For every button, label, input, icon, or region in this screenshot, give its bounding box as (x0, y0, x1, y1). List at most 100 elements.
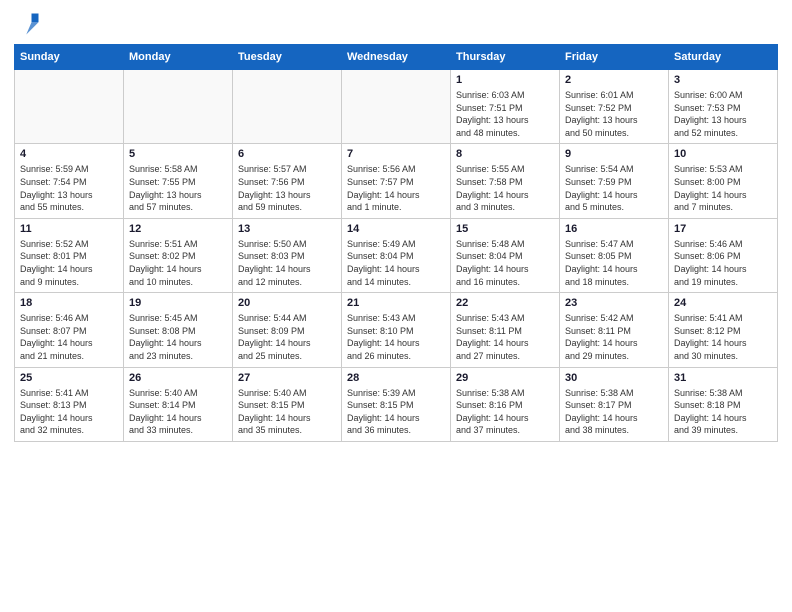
day-info: Sunrise: 5:41 AM Sunset: 8:12 PM Dayligh… (674, 312, 772, 362)
calendar-cell: 25 Sunrise: 5:41 AM Sunset: 8:13 PM Dayli… (15, 367, 124, 441)
calendar-header-wednesday: Wednesday (342, 45, 451, 70)
day-info: Sunrise: 5:53 AM Sunset: 8:00 PM Dayligh… (674, 163, 772, 213)
calendar-cell: 21 Sunrise: 5:43 AM Sunset: 8:10 PM Dayli… (342, 293, 451, 367)
day-info: Sunrise: 5:40 AM Sunset: 8:14 PM Dayligh… (129, 387, 227, 437)
day-info: Sunrise: 5:57 AM Sunset: 7:56 PM Dayligh… (238, 163, 336, 213)
calendar-cell: 22 Sunrise: 5:43 AM Sunset: 8:11 PM Dayli… (451, 293, 560, 367)
page-header (14, 10, 778, 38)
calendar-cell: 19 Sunrise: 5:45 AM Sunset: 8:08 PM Dayli… (124, 293, 233, 367)
day-number: 29 (456, 372, 554, 384)
calendar-cell: 29 Sunrise: 5:38 AM Sunset: 8:16 PM Dayli… (451, 367, 560, 441)
day-info: Sunrise: 5:56 AM Sunset: 7:57 PM Dayligh… (347, 163, 445, 213)
day-number: 12 (129, 223, 227, 235)
calendar-cell: 8Sunrise: 5:55 AM Sunset: 7:58 PM Daylig… (451, 144, 560, 218)
day-number: 5 (129, 148, 227, 160)
calendar-cell: 16 Sunrise: 5:47 AM Sunset: 8:05 PM Dayli… (560, 218, 669, 292)
calendar-cell (124, 70, 233, 144)
day-info: Sunrise: 5:41 AM Sunset: 8:13 PM Dayligh… (20, 387, 118, 437)
day-info: Sunrise: 5:38 AM Sunset: 8:16 PM Dayligh… (456, 387, 554, 437)
calendar-cell: 13 Sunrise: 5:50 AM Sunset: 8:03 PM Dayli… (233, 218, 342, 292)
calendar-header-row: SundayMondayTuesdayWednesdayThursdayFrid… (15, 45, 778, 70)
calendar-cell: 7 Sunrise: 5:56 AM Sunset: 7:57 PM Daylig… (342, 144, 451, 218)
day-number: 9 (565, 148, 663, 160)
day-number: 21 (347, 297, 445, 309)
day-info: Sunrise: 5:38 AM Sunset: 8:17 PM Dayligh… (565, 387, 663, 437)
calendar-cell: 9 Sunrise: 5:54 AM Sunset: 7:59 PM Daylig… (560, 144, 669, 218)
calendar-cell (342, 70, 451, 144)
day-number: 22 (456, 297, 554, 309)
day-number: 11 (20, 223, 118, 235)
day-info: Sunrise: 5:42 AM Sunset: 8:11 PM Dayligh… (565, 312, 663, 362)
day-number: 8 (456, 148, 554, 160)
day-info: Sunrise: 5:59 AM Sunset: 7:54 PM Dayligh… (20, 163, 118, 213)
calendar-cell: 17Sunrise: 5:46 AM Sunset: 8:06 PM Dayli… (669, 218, 778, 292)
day-number: 1 (456, 74, 554, 86)
day-number: 15 (456, 223, 554, 235)
day-number: 27 (238, 372, 336, 384)
calendar-header-friday: Friday (560, 45, 669, 70)
calendar-cell: 12 Sunrise: 5:51 AM Sunset: 8:02 PM Dayli… (124, 218, 233, 292)
calendar-header-thursday: Thursday (451, 45, 560, 70)
calendar-cell: 26 Sunrise: 5:40 AM Sunset: 8:14 PM Dayli… (124, 367, 233, 441)
day-info: Sunrise: 5:51 AM Sunset: 8:02 PM Dayligh… (129, 238, 227, 288)
calendar-cell: 14Sunrise: 5:49 AM Sunset: 8:04 PM Dayli… (342, 218, 451, 292)
day-number: 6 (238, 148, 336, 160)
logo-icon (14, 10, 42, 38)
day-number: 31 (674, 372, 772, 384)
day-number: 13 (238, 223, 336, 235)
day-number: 26 (129, 372, 227, 384)
calendar-cell: 23 Sunrise: 5:42 AM Sunset: 8:11 PM Dayli… (560, 293, 669, 367)
calendar-header-saturday: Saturday (669, 45, 778, 70)
logo (14, 10, 46, 38)
calendar-cell: 27Sunrise: 5:40 AM Sunset: 8:15 PM Dayli… (233, 367, 342, 441)
day-number: 19 (129, 297, 227, 309)
calendar-cell: 4 Sunrise: 5:59 AM Sunset: 7:54 PM Daylig… (15, 144, 124, 218)
day-info: Sunrise: 5:44 AM Sunset: 8:09 PM Dayligh… (238, 312, 336, 362)
day-info: Sunrise: 5:50 AM Sunset: 8:03 PM Dayligh… (238, 238, 336, 288)
calendar-week-3: 11 Sunrise: 5:52 AM Sunset: 8:01 PM Dayli… (15, 218, 778, 292)
day-number: 20 (238, 297, 336, 309)
calendar-header-tuesday: Tuesday (233, 45, 342, 70)
calendar-cell: 10Sunrise: 5:53 AM Sunset: 8:00 PM Dayli… (669, 144, 778, 218)
day-info: Sunrise: 5:45 AM Sunset: 8:08 PM Dayligh… (129, 312, 227, 362)
calendar-week-4: 18Sunrise: 5:46 AM Sunset: 8:07 PM Dayli… (15, 293, 778, 367)
day-number: 16 (565, 223, 663, 235)
day-info: Sunrise: 5:54 AM Sunset: 7:59 PM Dayligh… (565, 163, 663, 213)
day-number: 30 (565, 372, 663, 384)
day-info: Sunrise: 6:01 AM Sunset: 7:52 PM Dayligh… (565, 89, 663, 139)
calendar-cell: 3Sunrise: 6:00 AM Sunset: 7:53 PM Daylig… (669, 70, 778, 144)
calendar-header-sunday: Sunday (15, 45, 124, 70)
calendar-cell: 6 Sunrise: 5:57 AM Sunset: 7:56 PM Daylig… (233, 144, 342, 218)
calendar-table: SundayMondayTuesdayWednesdayThursdayFrid… (14, 44, 778, 442)
day-number: 28 (347, 372, 445, 384)
calendar-cell: 11 Sunrise: 5:52 AM Sunset: 8:01 PM Dayli… (15, 218, 124, 292)
day-info: Sunrise: 5:52 AM Sunset: 8:01 PM Dayligh… (20, 238, 118, 288)
day-info: Sunrise: 5:38 AM Sunset: 8:18 PM Dayligh… (674, 387, 772, 437)
day-info: Sunrise: 5:46 AM Sunset: 8:06 PM Dayligh… (674, 238, 772, 288)
day-number: 3 (674, 74, 772, 86)
day-info: Sunrise: 5:43 AM Sunset: 8:10 PM Dayligh… (347, 312, 445, 362)
day-info: Sunrise: 5:47 AM Sunset: 8:05 PM Dayligh… (565, 238, 663, 288)
calendar-cell: 18Sunrise: 5:46 AM Sunset: 8:07 PM Dayli… (15, 293, 124, 367)
day-number: 14 (347, 223, 445, 235)
calendar-cell (15, 70, 124, 144)
calendar-week-2: 4 Sunrise: 5:59 AM Sunset: 7:54 PM Daylig… (15, 144, 778, 218)
day-number: 7 (347, 148, 445, 160)
day-info: Sunrise: 5:43 AM Sunset: 8:11 PM Dayligh… (456, 312, 554, 362)
calendar-cell: 20 Sunrise: 5:44 AM Sunset: 8:09 PM Dayli… (233, 293, 342, 367)
day-number: 23 (565, 297, 663, 309)
day-info: Sunrise: 5:39 AM Sunset: 8:15 PM Dayligh… (347, 387, 445, 437)
day-info: Sunrise: 5:48 AM Sunset: 8:04 PM Dayligh… (456, 238, 554, 288)
day-number: 4 (20, 148, 118, 160)
calendar-cell: 31 Sunrise: 5:38 AM Sunset: 8:18 PM Dayli… (669, 367, 778, 441)
day-number: 25 (20, 372, 118, 384)
calendar-week-5: 25 Sunrise: 5:41 AM Sunset: 8:13 PM Dayli… (15, 367, 778, 441)
day-info: Sunrise: 5:46 AM Sunset: 8:07 PM Dayligh… (20, 312, 118, 362)
calendar-cell: 2 Sunrise: 6:01 AM Sunset: 7:52 PM Daylig… (560, 70, 669, 144)
calendar-cell: 5 Sunrise: 5:58 AM Sunset: 7:55 PM Daylig… (124, 144, 233, 218)
day-number: 2 (565, 74, 663, 86)
day-info: Sunrise: 5:58 AM Sunset: 7:55 PM Dayligh… (129, 163, 227, 213)
calendar-cell: 15 Sunrise: 5:48 AM Sunset: 8:04 PM Dayli… (451, 218, 560, 292)
calendar-cell: 24Sunrise: 5:41 AM Sunset: 8:12 PM Dayli… (669, 293, 778, 367)
calendar-cell: 30 Sunrise: 5:38 AM Sunset: 8:17 PM Dayli… (560, 367, 669, 441)
